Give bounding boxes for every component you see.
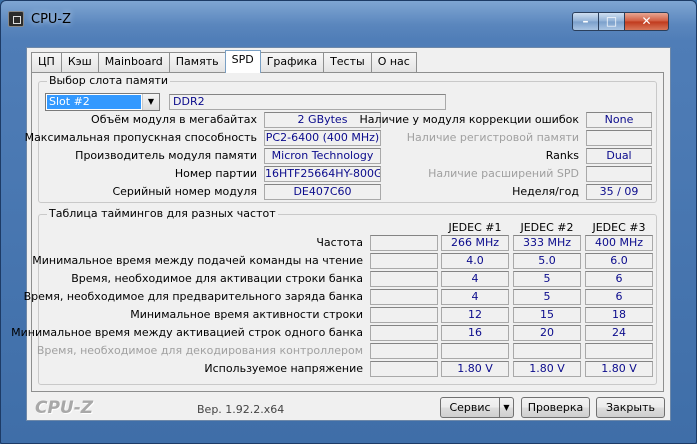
title-bar[interactable]: CPU-Z – □ ✕ <box>1 1 696 39</box>
timing-label: Время, необходимое для декодирования кон… <box>36 344 363 357</box>
timing-label: Используемое напряжение <box>204 362 363 375</box>
slot-group: Выбор слота памяти Slot #2 ▼ DDR2 Объём … <box>25 74 657 203</box>
timing-label: Частота <box>316 236 363 249</box>
slot-group-legend: Выбор слота памяти <box>47 74 171 87</box>
slot-label: Объём модуля в мегабайтах <box>91 113 257 126</box>
timing-spacer-cell <box>370 289 438 305</box>
timing-value: 5.0 <box>513 253 581 269</box>
timing-value: 1.80 V <box>441 361 509 377</box>
timings-group: Таблица таймингов для разных частот JEDE… <box>11 207 657 385</box>
timing-value: 266 MHz <box>441 235 509 251</box>
window-title: CPU-Z <box>31 12 72 27</box>
timing-value <box>513 343 581 359</box>
timing-value: 12 <box>441 307 509 323</box>
slot-right-value <box>586 166 652 182</box>
tab-4[interactable]: SPD <box>224 50 261 73</box>
service-button[interactable]: Сервис <box>440 397 500 418</box>
tab-1[interactable]: Кэш <box>60 52 99 72</box>
timing-label: Время, необходимое для предварительного … <box>23 290 363 303</box>
timing-value <box>441 343 509 359</box>
tab-5[interactable]: Графика <box>259 52 325 72</box>
timing-label: Минимальное время между подачей команды … <box>32 254 363 267</box>
slot-value: 16HTF25664HY-800G1 <box>264 166 381 182</box>
check-button[interactable]: Проверка <box>521 397 590 418</box>
timing-value: 4.0 <box>441 253 509 269</box>
timing-spacer-cell <box>370 235 438 251</box>
jedec-column-header: JEDEC #2 <box>520 221 574 234</box>
minimize-icon: – <box>582 14 589 28</box>
slot-value: DE407C60 <box>264 184 381 200</box>
slot-right-label: Наличие регистровой памяти <box>406 131 579 144</box>
slot-select[interactable]: Slot #2 ▼ <box>45 93 160 111</box>
tab-6[interactable]: Тесты <box>323 52 372 72</box>
timing-value: 4 <box>441 271 509 287</box>
client-area: ЦП Кэш Mainboard Память SPD Графика Тесты О нас… <box>11 47 671 421</box>
service-dropdown-button[interactable]: ▼ <box>499 397 514 418</box>
timing-value: 333 MHz <box>513 235 581 251</box>
slot-right-value <box>586 130 652 146</box>
chevron-down-icon: ▼ <box>142 94 159 110</box>
minimize-button[interactable]: – <box>572 12 599 31</box>
timing-spacer-cell <box>370 325 438 341</box>
timing-value: 6 <box>585 289 653 305</box>
tab-3[interactable]: Память <box>168 52 226 72</box>
spd-tab-panel: Выбор слота памяти Slot #2 ▼ DDR2 Объём … <box>11 72 664 392</box>
timing-value: 1.80 V <box>585 361 653 377</box>
cpuz-logo: CPU-Z <box>35 398 94 418</box>
memory-type-field: DDR2 <box>169 94 446 110</box>
timing-label: Время, необходимое для активации строки … <box>71 272 363 285</box>
slot-right-label: Наличие расширений SPD <box>428 167 579 180</box>
slot-right-value: 35 / 09 <box>586 184 652 200</box>
version-label: Вер. 1.92.2.x64 <box>197 403 285 416</box>
footer-bar: CPU-Z Вер. 1.92.2.x64 Сервис ▼ Проверка … <box>27 394 670 420</box>
timing-value: 5 <box>513 289 581 305</box>
tab-2[interactable]: Mainboard <box>97 52 170 72</box>
tab-strip: ЦП Кэш Mainboard Память SPD Графика Тесты О нас <box>31 50 417 73</box>
timing-label: Минимальное время активности строки <box>130 308 363 321</box>
timing-value <box>585 343 653 359</box>
timing-value: 18 <box>585 307 653 323</box>
timing-value: 5 <box>513 271 581 287</box>
jedec-column-header: JEDEC #3 <box>592 221 646 234</box>
close-window-button[interactable]: ✕ <box>624 12 669 31</box>
timing-spacer-cell <box>370 271 438 287</box>
slot-right-value: Dual <box>586 148 652 164</box>
tab-0[interactable]: ЦП <box>31 52 62 72</box>
timing-value: 16 <box>441 325 509 341</box>
timing-spacer-cell <box>370 343 438 359</box>
timing-spacer-cell <box>370 253 438 269</box>
slot-right-label: Наличие у модуля коррекции ошибок <box>359 113 579 126</box>
timing-value: 4 <box>441 289 509 305</box>
maximize-icon: □ <box>605 14 618 28</box>
timings-group-legend: Таблица таймингов для разных частот <box>47 207 278 220</box>
slot-label: Номер партии <box>174 167 257 180</box>
close-button[interactable]: Закрыть <box>596 397 665 418</box>
timing-value: 20 <box>513 325 581 341</box>
jedec-column-header: JEDEC #1 <box>448 221 502 234</box>
slot-label: Максимальная пропускная способность <box>24 131 257 144</box>
cpuz-app-icon <box>8 11 24 27</box>
slot-value: Micron Technology <box>264 148 381 164</box>
cpuz-window: CPU-Z – □ ✕ ЦП Кэш Mainboard Память SPD Графи… <box>0 0 697 444</box>
slot-select-value: Slot #2 <box>47 95 141 109</box>
timing-spacer-cell <box>370 307 438 323</box>
slot-label: Серийный номер модуля <box>112 185 257 198</box>
maximize-button[interactable]: □ <box>598 12 625 31</box>
timing-value: 400 MHz <box>585 235 653 251</box>
chevron-down-icon: ▼ <box>503 403 510 412</box>
tab-7[interactable]: О нас <box>370 52 417 72</box>
timing-value: 24 <box>585 325 653 341</box>
slot-right-value: None <box>586 112 652 128</box>
timing-label: Минимальное время между активацией строк… <box>11 326 363 339</box>
close-icon: ✕ <box>641 14 652 28</box>
timing-value: 6 <box>585 271 653 287</box>
timing-value: 1.80 V <box>513 361 581 377</box>
slot-value: PC2-6400 (400 MHz) <box>264 130 381 146</box>
slot-right-label: Ranks <box>545 149 579 162</box>
timing-spacer-cell <box>370 361 438 377</box>
timing-value: 6.0 <box>585 253 653 269</box>
slot-label: Производитель модуля памяти <box>75 149 257 162</box>
timing-value: 15 <box>513 307 581 323</box>
slot-right-label: Неделя/год <box>512 185 579 198</box>
